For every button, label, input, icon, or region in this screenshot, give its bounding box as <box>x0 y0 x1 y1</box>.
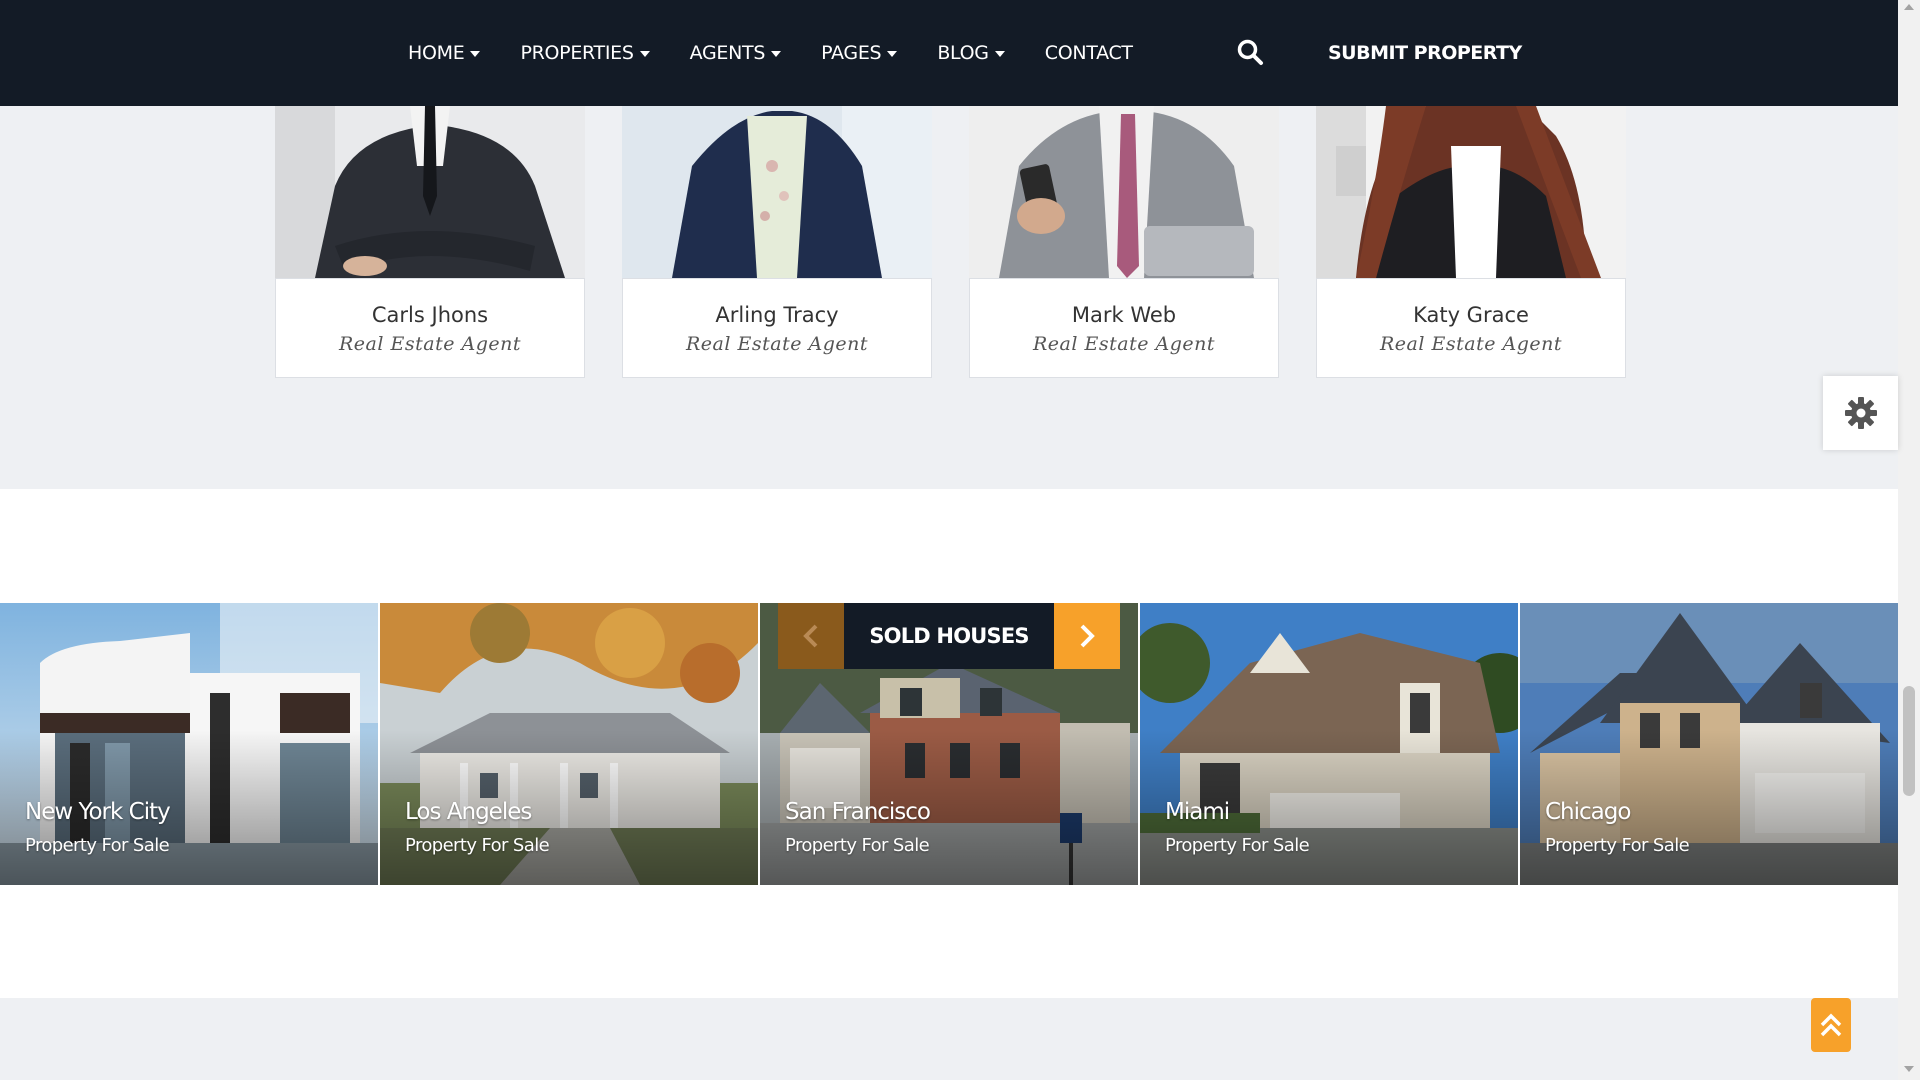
submit-property-link[interactable]: SUBMIT PROPERTY <box>1328 0 1522 106</box>
scroll-down-arrow-icon[interactable] <box>1904 1066 1914 1072</box>
house-subtitle: Property For Sale <box>1545 835 1690 856</box>
nav-item-blog[interactable]: BLOG <box>937 42 1005 64</box>
scroll-up-arrow-icon[interactable] <box>1904 4 1914 10</box>
settings-button[interactable] <box>1823 376 1898 450</box>
agent-card[interactable]: Katy Grace Real Estate Agent <box>1316 106 1626 378</box>
agent-role: Real Estate Agent <box>1380 333 1562 355</box>
agent-role: Real Estate Agent <box>339 333 521 355</box>
house-tile[interactable]: Miami Property For Sale <box>1140 603 1518 885</box>
nav-item-label: PROPERTIES <box>520 42 634 64</box>
caret-down-icon <box>994 51 1005 57</box>
nav-item-label: AGENTS <box>689 42 766 64</box>
agent-info: Carls Jhons Real Estate Agent <box>275 278 585 378</box>
next-section <box>0 998 1898 1080</box>
house-subtitle: Property For Sale <box>405 835 550 856</box>
search-icon[interactable] <box>1236 38 1264 66</box>
caret-down-icon <box>470 51 481 57</box>
scroll-to-top-button[interactable] <box>1811 998 1851 1052</box>
house-subtitle: Property For Sale <box>25 835 170 856</box>
sold-houses-section: New York City Property For Sale Los Ange… <box>0 489 1898 998</box>
agent-photo <box>1316 106 1626 278</box>
caret-down-icon <box>771 51 782 57</box>
nav-item-pages[interactable]: PAGES <box>821 42 898 64</box>
agent-name[interactable]: Mark Web <box>970 303 1278 327</box>
double-chevron-up-icon <box>1820 1013 1842 1037</box>
agent-info: Katy Grace Real Estate Agent <box>1316 278 1626 378</box>
agent-photo <box>622 106 932 278</box>
nav-item-properties[interactable]: PROPERTIES <box>520 42 650 64</box>
page-scrollbar[interactable] <box>1898 0 1920 1080</box>
agent-name[interactable]: Carls Jhons <box>276 303 584 327</box>
house-subtitle: Property For Sale <box>785 835 930 856</box>
house-tile[interactable]: Los Angeles Property For Sale <box>380 603 758 885</box>
house-city: New York City <box>25 799 171 825</box>
agent-name[interactable]: Katy Grace <box>1317 303 1625 327</box>
chevron-right-icon <box>1080 624 1095 648</box>
nav-item-label: CONTACT <box>1044 42 1133 64</box>
agent-info: Mark Web Real Estate Agent <box>969 278 1279 378</box>
gear-icon <box>1844 397 1877 429</box>
house-tile[interactable]: Chicago Property For Sale <box>1520 603 1898 885</box>
agent-role: Real Estate Agent <box>686 333 868 355</box>
sold-houses-header: SOLD HOUSES <box>778 603 1120 669</box>
carousel-next-button[interactable] <box>1054 603 1120 669</box>
agent-photo <box>969 106 1279 278</box>
agent-card[interactable]: Mark Web Real Estate Agent <box>969 106 1279 378</box>
chevron-left-icon <box>803 624 818 648</box>
nav-item-agents[interactable]: AGENTS <box>689 42 782 64</box>
house-city: Miami <box>1165 799 1230 825</box>
caret-down-icon <box>639 51 650 57</box>
agent-name[interactable]: Arling Tracy <box>623 303 931 327</box>
top-navbar: HOME PROPERTIES AGENTS PAGES BLOG CONTAC… <box>0 0 1898 106</box>
carousel-prev-button[interactable] <box>778 603 844 669</box>
house-tile[interactable]: New York City Property For Sale <box>0 603 378 885</box>
nav-item-home[interactable]: HOME <box>408 42 481 64</box>
sold-houses-title: SOLD HOUSES <box>844 603 1054 669</box>
caret-down-icon <box>887 51 898 57</box>
agents-section: Carls Jhons Real Estate Agent Arling Tra… <box>0 106 1898 489</box>
scrollbar-thumb[interactable] <box>1903 686 1915 796</box>
agent-photo <box>275 106 585 278</box>
nav-item-label: PAGES <box>821 42 882 64</box>
house-subtitle: Property For Sale <box>1165 835 1310 856</box>
agent-card[interactable]: Carls Jhons Real Estate Agent <box>275 106 585 378</box>
main-menu: HOME PROPERTIES AGENTS PAGES BLOG CONTAC… <box>408 0 1173 106</box>
nav-item-label: HOME <box>408 42 465 64</box>
nav-item-label: BLOG <box>937 42 989 64</box>
house-city: Chicago <box>1545 799 1631 825</box>
agent-card[interactable]: Arling Tracy Real Estate Agent <box>622 106 932 378</box>
house-city: San Francisco <box>785 799 931 825</box>
house-city: Los Angeles <box>405 799 532 825</box>
agent-info: Arling Tracy Real Estate Agent <box>622 278 932 378</box>
agent-role: Real Estate Agent <box>1033 333 1215 355</box>
nav-item-contact[interactable]: CONTACT <box>1045 42 1133 64</box>
